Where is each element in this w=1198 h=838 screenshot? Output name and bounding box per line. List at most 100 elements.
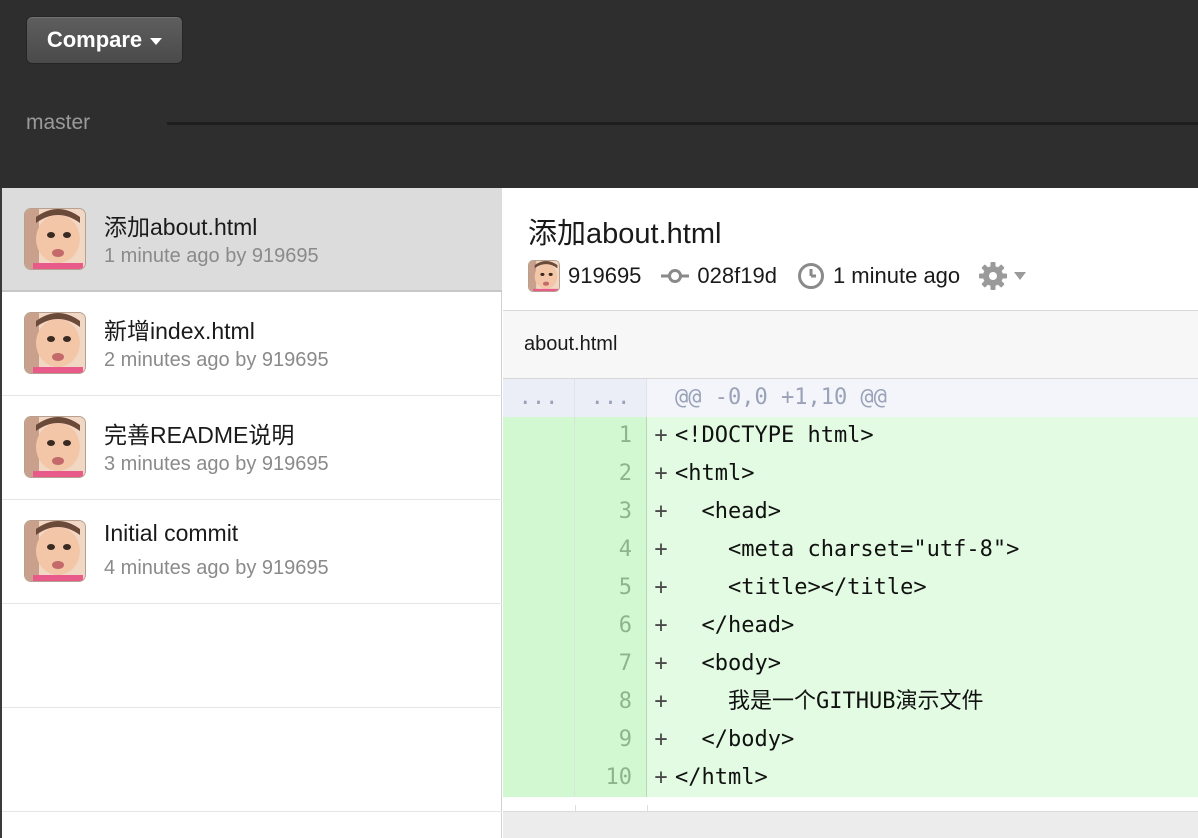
baby-avatar-image bbox=[25, 209, 85, 269]
toolbar: Compare master bbox=[0, 0, 1198, 188]
diff-line: 5 + <title></title> bbox=[503, 569, 1198, 607]
baby-avatar-image bbox=[25, 521, 85, 581]
commit-meta: 3 minutes ago by 919695 bbox=[104, 453, 329, 475]
avatar bbox=[24, 520, 86, 582]
diff-view: ... ... @@ -0,0 +1,10 @@ 1 + <!DOCTYPE h… bbox=[503, 379, 1198, 805]
diff-sign: + bbox=[647, 607, 675, 645]
diff-sign: + bbox=[647, 531, 675, 569]
compare-button[interactable]: Compare bbox=[26, 16, 183, 64]
diff-line: 2 + <html> bbox=[503, 455, 1198, 493]
new-line-number: 8 bbox=[575, 683, 647, 721]
diff-line: 1 + <!DOCTYPE html> bbox=[503, 417, 1198, 455]
new-line-number: 7 bbox=[575, 645, 647, 683]
empty-list-row bbox=[2, 604, 502, 708]
commit-list: 添加about.html 1 minute ago by 919695 新增in… bbox=[0, 188, 502, 838]
avatar bbox=[24, 312, 86, 374]
commit-title: 新增index.html bbox=[104, 318, 255, 344]
commit-title: 完善README说明 bbox=[104, 422, 295, 448]
old-line-number bbox=[503, 683, 575, 721]
diff-sign: + bbox=[647, 759, 675, 797]
avatar bbox=[24, 208, 86, 270]
caret-down-icon bbox=[1014, 272, 1027, 280]
new-line-number: 6 bbox=[575, 607, 647, 645]
old-line-number bbox=[503, 417, 575, 455]
diff-code: <title></title> bbox=[675, 569, 1198, 607]
diff-code: <head> bbox=[675, 493, 1198, 531]
diff-code: </html> bbox=[675, 759, 1198, 797]
old-line-number: ... bbox=[503, 379, 575, 417]
commit-time: 1 minute ago bbox=[832, 263, 961, 288]
clock-icon bbox=[797, 262, 825, 290]
gear-icon bbox=[979, 262, 1008, 290]
commit-meta: 2 minutes ago by 919695 bbox=[104, 349, 329, 371]
commit-meta: 1 minute ago by 919695 bbox=[104, 245, 319, 267]
branch-label[interactable]: master bbox=[26, 111, 90, 135]
commit-sha[interactable]: 028f19d bbox=[697, 263, 777, 289]
diff-sign: + bbox=[647, 417, 675, 455]
file-header[interactable]: about.html bbox=[503, 311, 1198, 379]
new-line-number: 1 bbox=[575, 417, 647, 455]
old-line-number bbox=[503, 569, 575, 607]
diff-hunk-header: ... ... @@ -0,0 +1,10 @@ bbox=[503, 379, 1198, 417]
commit-item[interactable]: 添加about.html 1 minute ago by 919695 bbox=[2, 188, 502, 292]
diff-line: 10 + </html> bbox=[503, 759, 1198, 797]
diff-line: 7 + <body> bbox=[503, 645, 1198, 683]
new-line-number: 5 bbox=[575, 569, 647, 607]
empty-list-row bbox=[2, 708, 502, 812]
diff-line: 6 + </head> bbox=[503, 607, 1198, 645]
new-line-number: ... bbox=[575, 379, 647, 417]
diff-sign: + bbox=[647, 645, 675, 683]
old-line-number bbox=[503, 607, 575, 645]
compare-button-label: Compare bbox=[46, 27, 143, 52]
diff-line: 8 + 我是一个GITHUB演示文件 bbox=[503, 683, 1198, 721]
avatar bbox=[24, 416, 86, 478]
diff-sign: + bbox=[647, 683, 675, 721]
old-line-number bbox=[503, 455, 575, 493]
diff-sign bbox=[647, 379, 675, 417]
old-line-number bbox=[503, 531, 575, 569]
new-line-number: 3 bbox=[575, 493, 647, 531]
settings-menu-button[interactable] bbox=[978, 261, 1027, 291]
new-line-number: 2 bbox=[575, 455, 647, 493]
new-line-number: 10 bbox=[575, 759, 647, 797]
commit-icon bbox=[661, 268, 690, 284]
diff-code: </body> bbox=[675, 721, 1198, 759]
old-line-number bbox=[503, 645, 575, 683]
baby-avatar-image bbox=[25, 313, 85, 373]
diff-code: <html> bbox=[675, 455, 1198, 493]
diff-line: 3 + <head> bbox=[503, 493, 1198, 531]
baby-avatar-image bbox=[25, 417, 85, 477]
caret-down-icon bbox=[150, 37, 163, 45]
commit-title: 添加about.html bbox=[104, 214, 258, 240]
commit-item[interactable]: Initial commit 4 minutes ago by 919695 bbox=[2, 500, 502, 604]
commit-detail-title: 添加about.html bbox=[528, 218, 722, 250]
horizontal-scrollbar[interactable] bbox=[503, 811, 1198, 838]
new-line-number: 9 bbox=[575, 721, 647, 759]
diff-sign: + bbox=[647, 569, 675, 607]
new-line-number: 4 bbox=[575, 531, 647, 569]
avatar bbox=[528, 260, 560, 292]
commit-meta: 4 minutes ago by 919695 bbox=[104, 557, 329, 579]
hunk-header-text: @@ -0,0 +1,10 @@ bbox=[675, 379, 1198, 417]
baby-avatar-image bbox=[529, 261, 559, 291]
old-line-number bbox=[503, 721, 575, 759]
old-line-number bbox=[503, 759, 575, 797]
commit-item[interactable]: 完善README说明 3 minutes ago by 919695 bbox=[2, 396, 502, 500]
commit-detail-header: 添加about.html 919695 028f19d 1 minute ago bbox=[503, 188, 1198, 311]
diff-code: <meta charset="utf-8"> bbox=[675, 531, 1198, 569]
commit-author: 919695 bbox=[568, 263, 642, 288]
commit-detail-meta: 919695 028f19d 1 minute ago bbox=[528, 260, 1027, 292]
file-name: about.html bbox=[524, 333, 618, 355]
diff-sign: + bbox=[647, 721, 675, 759]
commit-title: Initial commit bbox=[104, 520, 239, 546]
diff-code: <body> bbox=[675, 645, 1198, 683]
diff-sign: + bbox=[647, 493, 675, 531]
diff-line: 9 + </body> bbox=[503, 721, 1198, 759]
diff-code: </head> bbox=[675, 607, 1198, 645]
diff-code: <!DOCTYPE html> bbox=[675, 417, 1198, 455]
diff-line: 4 + <meta charset="utf-8"> bbox=[503, 531, 1198, 569]
branch-timeline bbox=[167, 122, 1198, 125]
old-line-number bbox=[503, 493, 575, 531]
diff-code: 我是一个GITHUB演示文件 bbox=[675, 683, 1198, 721]
commit-item[interactable]: 新增index.html 2 minutes ago by 919695 bbox=[2, 292, 502, 396]
